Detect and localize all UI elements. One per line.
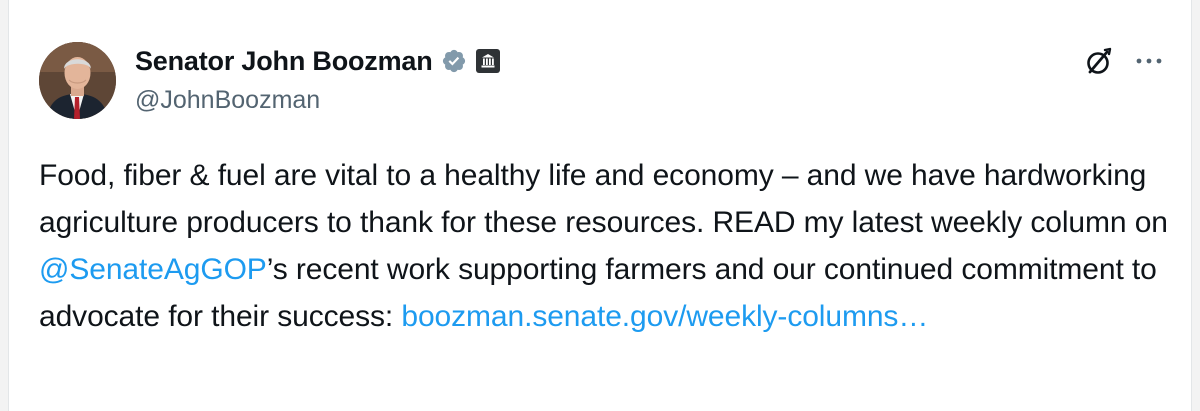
more-options-icon[interactable]	[1132, 48, 1166, 74]
author-display-name[interactable]: Senator John Boozman	[135, 46, 433, 77]
tweet-text: Food, fiber & fuel are vital to a health…	[39, 152, 1179, 340]
author-name-row: Senator John Boozman	[135, 44, 501, 78]
verified-badge-icon[interactable]	[441, 48, 467, 74]
grok-icon[interactable]	[1082, 46, 1114, 78]
tweet-card: Senator John Boozman @JohnBoozman Food, …	[8, 0, 1192, 411]
author-handle[interactable]: @JohnBoozman	[135, 86, 320, 115]
author-avatar[interactable]	[39, 42, 116, 119]
tweet-text-part1: Food, fiber & fuel are vital to a health…	[39, 159, 1168, 239]
url-link[interactable]: boozman.senate.gov/weekly-columns…	[401, 300, 928, 333]
portrait-avatar-icon	[39, 42, 116, 119]
mention-link[interactable]: @SenateAgGOP	[39, 253, 267, 286]
government-building-icon[interactable]	[475, 48, 501, 74]
